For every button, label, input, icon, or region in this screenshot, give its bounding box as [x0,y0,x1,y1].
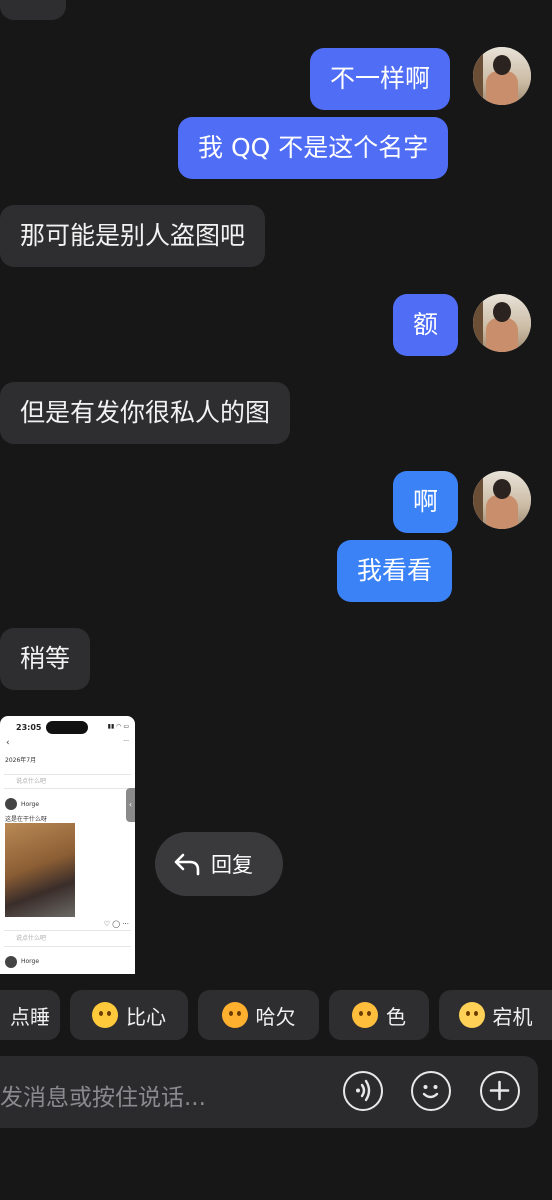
message-text: 额 [413,310,439,339]
emoji-button[interactable] [411,1071,451,1111]
voice-wave-icon [356,1079,371,1102]
comment-placeholder: 说点什么吧 [16,935,47,942]
reaction-label: 色 [386,1004,406,1029]
message-bubble-outgoing[interactable]: 啊 [393,471,459,533]
message-bubble-incoming[interactable]: 稍等 [0,628,91,690]
message-text: 我看看 [357,556,433,585]
plus-icon [489,1080,510,1101]
message-text: 稍等 [20,644,71,673]
message-input-bar[interactable]: 发消息或按住说话... [0,1056,538,1128]
message-input[interactable]: 发消息或按住说话... [0,1078,206,1112]
post-photo [5,823,75,917]
message-bubble-incoming[interactable]: 但是有发你很私人的图 [0,382,291,444]
message-bubble-outgoing[interactable]: 我 QQ 不是这个名字 [178,117,449,179]
message-text: 那可能是别人盗图吧 [20,221,246,250]
message-bubble-outgoing[interactable]: 额 [393,294,459,356]
dizzy-emoji-icon [458,1002,485,1028]
emoji-reaction-sleep[interactable]: 点睡 [0,990,60,1040]
yawn-emoji-icon [221,1002,248,1028]
thumbnail-date: 2026年7月 [5,757,37,764]
avatar[interactable] [473,47,531,105]
reaction-label: 宕机 [492,1004,533,1029]
reaction-label: 比心 [126,1004,166,1029]
emoji-reaction-dizzy[interactable]: 宕机 [439,990,552,1040]
message-text: 将 [20,0,45,3]
heart-hands-emoji-icon [92,1002,118,1028]
message-bubble-outgoing[interactable]: 不一样啊 [310,48,451,110]
dynamic-island [46,721,88,734]
thumbnail-user: Horge [21,801,40,808]
emoji-reaction-heart-eyes[interactable]: 色 [329,990,429,1040]
post-actions: ♡ ◯ ··· [103,920,129,928]
thumbnail-status-time: 23:05 [16,723,42,732]
image-message-thumbnail[interactable]: 23:05 ▮▮ ◠ ▭ ‹ ··· 2026年7月 说点什么吧 Horge 这… [0,716,135,974]
more-icon: ··· [123,738,129,745]
message-bubble-incoming[interactable]: 那可能是别人盗图吧 [0,205,266,267]
message-text: 我 QQ 不是这个名字 [198,133,429,162]
back-icon: ‹ [6,738,10,748]
heart-eyes-emoji-icon [352,1002,378,1028]
avatar[interactable] [473,294,531,352]
plus-button[interactable] [480,1071,520,1111]
thumbnail-user: Horge [21,958,40,965]
smile-icon [422,1085,439,1099]
user-avatar-small [5,798,17,810]
message-bubble-incoming[interactable]: 将 [0,0,66,20]
thumbnail-caption: 这是在干什么呀 [5,816,48,823]
comment-placeholder: 说点什么吧 [16,778,47,785]
status-icons: ▮▮ ◠ ▭ [107,723,129,730]
reaction-label: 哈欠 [255,1004,296,1029]
user-avatar-small [5,956,17,968]
emoji-reaction-yawn[interactable]: 哈欠 [198,990,319,1040]
chevron-left-icon[interactable]: ‹ [126,788,135,822]
reply-label: 回复 [211,853,253,877]
emoji-reaction-heart-hands[interactable]: 比心 [70,990,188,1040]
message-text: 不一样啊 [330,64,431,93]
reaction-label: 点睡 [10,1004,50,1029]
voice-button[interactable] [343,1071,383,1111]
reply-button[interactable]: 回复 [155,832,283,896]
reply-arrow-icon [174,853,200,876]
avatar[interactable] [473,471,531,529]
message-text: 啊 [413,487,439,516]
message-text: 但是有发你很私人的图 [20,398,271,427]
message-bubble-outgoing[interactable]: 我看看 [337,540,453,602]
